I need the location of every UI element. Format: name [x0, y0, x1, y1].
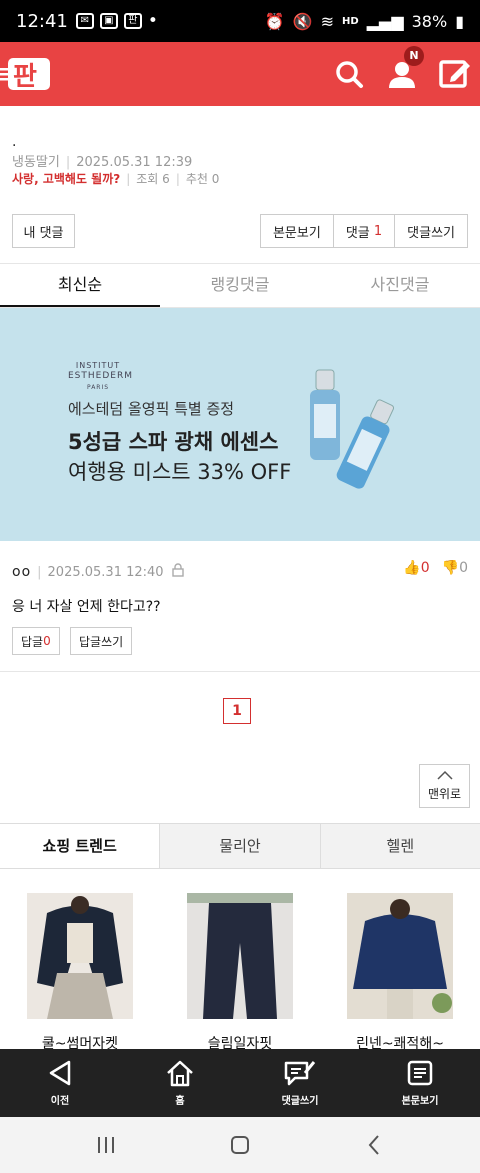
post-title: . — [12, 134, 17, 150]
nav-view-post-label: 본문보기 — [401, 1096, 439, 1107]
post-action-group: 본문보기 댓글 1 댓글쓰기 — [259, 214, 468, 248]
pann-logo[interactable]: 판 — [0, 54, 54, 94]
write-comment-button[interactable]: 댓글쓰기 — [395, 215, 467, 247]
nav-home[interactable]: 홈 — [120, 1049, 240, 1117]
back-icon[interactable] — [366, 1134, 382, 1156]
recent-apps-icon[interactable] — [96, 1135, 116, 1155]
ad-banner[interactable]: INSTITUT ESTHEDERM PARIS 에스테덤 올영픽 특별 증정 … — [0, 308, 480, 541]
pann-app-icon: 판 — [123, 13, 142, 29]
comment-header: oo | 2025.05.31 12:40 — [12, 563, 184, 581]
battery-icon: ▮ — [455, 11, 464, 31]
reply-count: 0 — [43, 634, 51, 648]
more-dot-icon: • — [147, 11, 158, 31]
signal-icon: ▂▄▆ — [366, 11, 404, 31]
ad-headline: 5성급 스파 광채 에센스 — [68, 430, 279, 454]
nav-write-comment[interactable]: 댓글쓰기 — [240, 1049, 360, 1117]
message-icon: ✉ — [75, 13, 94, 29]
system-navigation-bar — [0, 1117, 480, 1173]
home-icon — [167, 1060, 193, 1087]
tab-photo[interactable]: 사진댓글 — [320, 264, 480, 307]
product-image — [187, 893, 293, 1019]
product-image — [27, 893, 133, 1019]
ad-headline-2: 여행용 미스트 33% OFF — [68, 460, 292, 484]
comments-count: 1 — [373, 223, 383, 239]
like-count: 0 — [420, 560, 430, 576]
write-reply-button[interactable]: 답글쓰기 — [70, 627, 133, 655]
view-post-button[interactable]: 본문보기 — [261, 215, 334, 247]
scroll-to-top-label: 맨위로 — [427, 787, 462, 801]
status-bar: 12:41 ✉ ▣ 판 • ⏰ 🔇 ≋ HD ▂▄▆ 38% ▮ — [0, 0, 480, 42]
recommend-count: 0 — [211, 172, 220, 186]
write-post-icon[interactable] — [437, 56, 473, 92]
nav-back[interactable]: 이전 — [0, 1049, 120, 1117]
post-info: 냉동딸기 | 2025.05.31 12:39 — [12, 155, 193, 170]
product-list: 쿨~썸머자켓 슬림일자핏 린넨~쾌적해~ — [0, 893, 480, 1053]
scroll-to-top-button[interactable]: 맨위로 — [419, 764, 470, 808]
status-notification-icons: ✉ ▣ 판 • — [75, 11, 158, 31]
comment-item: oo | 2025.05.31 12:40 👍0 👎0 응 너 자살 언제 한다고?… — [0, 541, 480, 672]
post-datetime: 2025.05.31 12:39 — [76, 155, 193, 170]
like-button[interactable]: 👍0 — [403, 560, 429, 576]
network-type: HD — [342, 15, 359, 27]
chevron-up-icon — [420, 769, 469, 783]
lock-icon — [171, 563, 184, 581]
comment-write-icon — [284, 1061, 316, 1086]
user-icon[interactable]: N — [384, 46, 424, 92]
tab-shopping-trend[interactable]: 쇼핑 트렌드 — [0, 824, 160, 868]
shopping-tabs: 쇼핑 트렌드 물리안 헬렌 — [0, 823, 480, 869]
nav-back-label: 이전 — [50, 1096, 70, 1107]
nav-home-label: 홈 — [175, 1096, 185, 1107]
app-bar: 판 N — [0, 42, 480, 106]
ad-brand-logo: INSTITUT ESTHEDERM PARIS — [68, 361, 133, 391]
thumbs-down-icon: 👎 — [441, 560, 460, 576]
post-meta: . 냉동딸기 | 2025.05.31 12:39 사랑, 고백해도 될까? | 조회 … — [0, 106, 480, 264]
logo-text: 판 — [13, 62, 37, 92]
product-image — [347, 893, 453, 1019]
post-author[interactable]: 냉동딸기 — [12, 155, 60, 170]
back-triangle-icon — [49, 1060, 71, 1086]
post-stats: 사랑, 고백해도 될까? | 조회 6 | 추천 0 — [12, 172, 220, 186]
comment-votes: 👍0 👎0 — [403, 560, 468, 576]
post-category[interactable]: 사랑, 고백해도 될까? — [12, 172, 120, 186]
status-time: 12:41 — [16, 10, 68, 32]
battery-level: 38% — [411, 11, 448, 31]
tab-shop-3[interactable]: 헬렌 — [319, 824, 480, 868]
comments-button[interactable]: 댓글 1 — [334, 215, 396, 247]
reply-button[interactable]: 답글 0 — [12, 627, 60, 655]
comment-sort-tabs: 최신순 랭킹댓글 사진댓글 — [0, 264, 480, 308]
comment-datetime: 2025.05.31 12:40 — [47, 564, 164, 580]
nav-view-post[interactable]: 본문보기 — [360, 1049, 480, 1117]
nav-write-comment-label: 댓글쓰기 — [281, 1096, 319, 1107]
document-icon — [407, 1060, 433, 1086]
tab-ranking[interactable]: 랭킹댓글 — [160, 264, 320, 307]
tab-shop-2[interactable]: 물리안 — [159, 824, 320, 868]
image-icon: ▣ — [99, 13, 118, 29]
product-card[interactable]: 쿨~썸머자켓 — [27, 893, 133, 1053]
thumbs-up-icon: 👍 — [403, 560, 421, 576]
dislike-button[interactable]: 👎0 — [442, 560, 468, 576]
page-number-current[interactable]: 1 — [223, 698, 251, 724]
views-label: 조회 — [136, 172, 159, 186]
ad-product-image — [310, 369, 395, 489]
mute-icon: 🔇 — [292, 11, 313, 31]
tab-latest[interactable]: 최신순 — [0, 264, 160, 307]
alarm-icon: ⏰ — [264, 11, 285, 31]
my-comments-button[interactable]: 내 댓글 — [12, 214, 75, 248]
notification-badge: N — [404, 46, 424, 66]
dislike-count: 0 — [459, 560, 468, 576]
comment-nickname[interactable]: oo — [12, 564, 31, 580]
product-card[interactable]: 슬림일자핏 — [187, 893, 293, 1053]
product-card[interactable]: 린넨~쾌적해~ — [347, 893, 453, 1053]
ad-subtitle: 에스테덤 올영픽 특별 증정 — [68, 400, 235, 418]
search-icon[interactable] — [331, 56, 367, 92]
wifi-icon: ≋ — [320, 11, 335, 31]
comments-label: 댓글 — [345, 225, 370, 241]
bottom-navigation: 이전 홈 댓글쓰기 본문보기 — [0, 1049, 480, 1117]
reply-label: 답글 — [21, 634, 44, 649]
recommend-label: 추천 — [185, 172, 208, 186]
views-count: 6 — [162, 172, 170, 186]
comment-body: 응 너 자살 언제 한다고?? — [12, 599, 161, 615]
home-button-icon[interactable] — [229, 1134, 251, 1156]
